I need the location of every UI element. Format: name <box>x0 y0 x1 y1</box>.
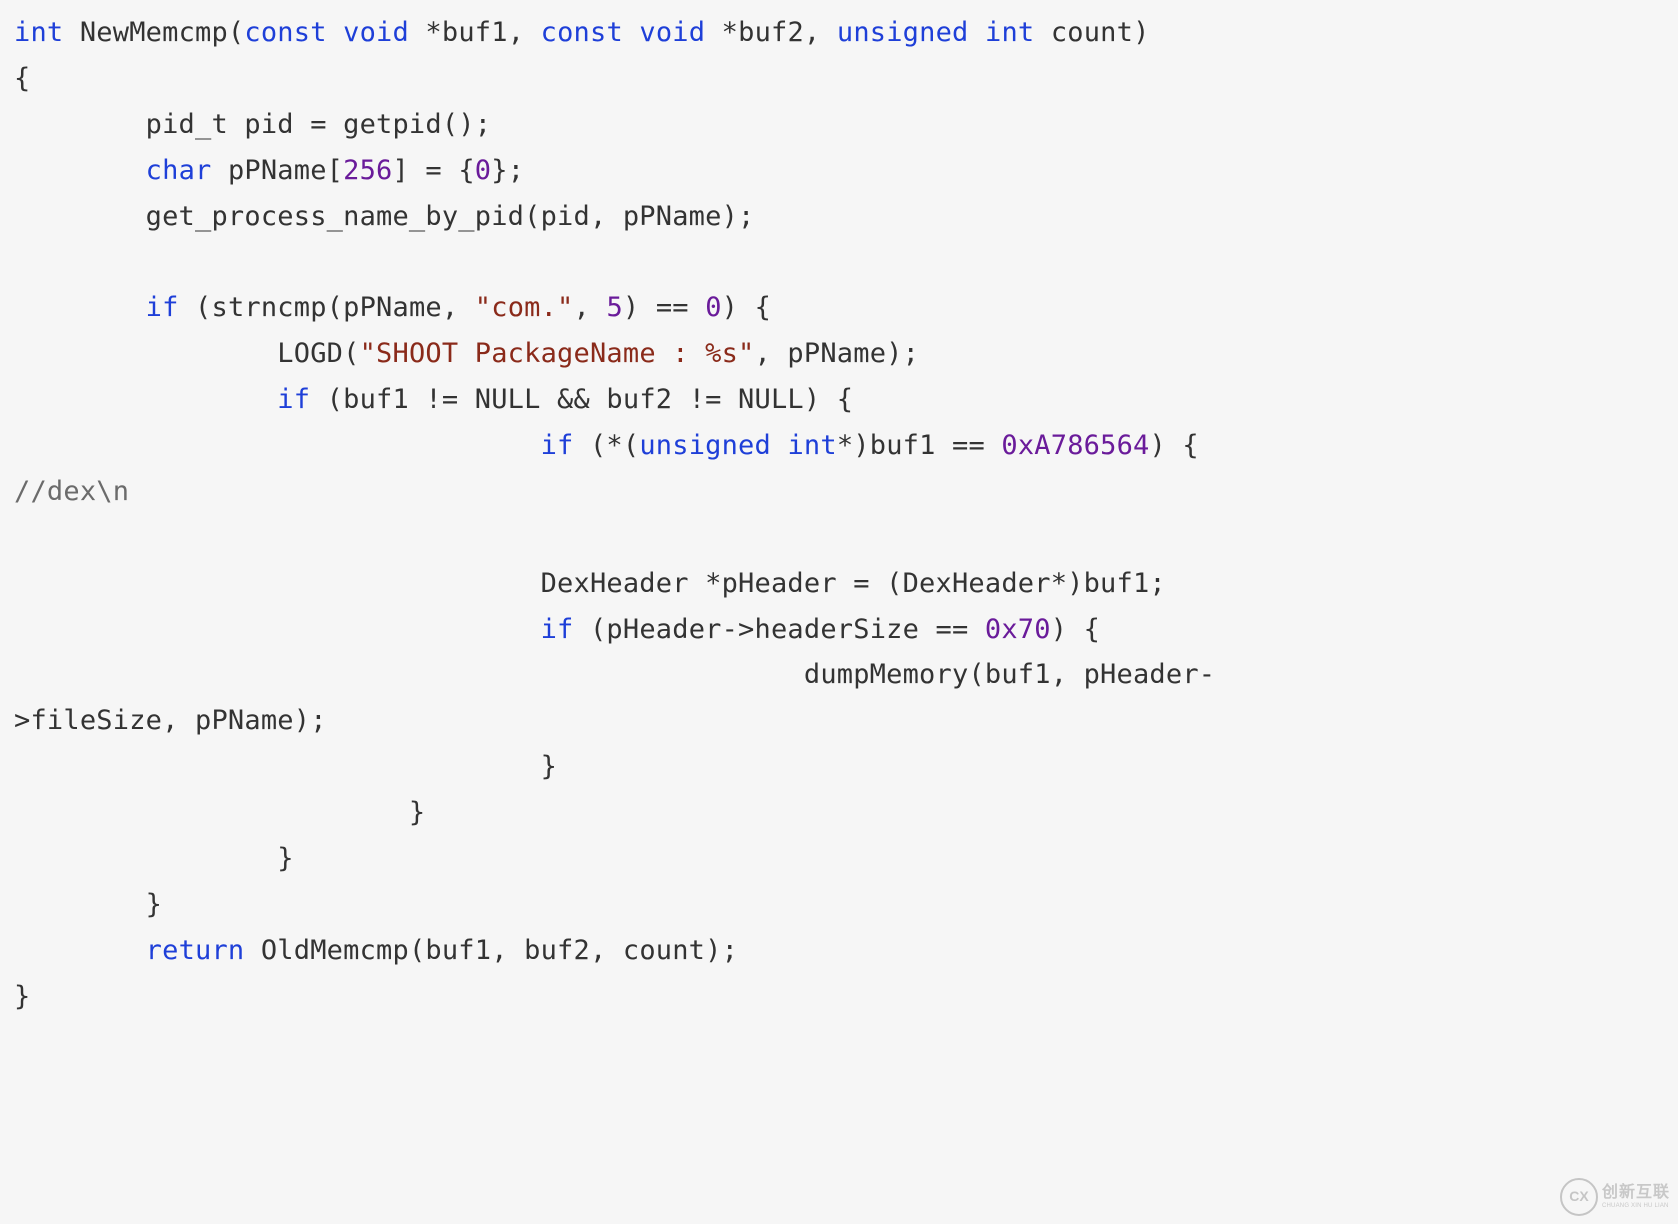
hex-literal: 0x70 <box>985 614 1051 645</box>
code-line-14: if (pHeader->headerSize == 0x70) { <box>14 614 1100 645</box>
kw-void: void <box>639 17 705 48</box>
code-line-15: dumpMemory(buf1, pHeader- <box>14 659 1215 690</box>
code-line-10: if (*(unsigned int*)buf1 == 0xA786564) { <box>14 430 1232 461</box>
code-line-2: { <box>14 63 30 94</box>
watermark-text: 创新互联 CHUANG XIN HU LIAN <box>1602 1185 1670 1209</box>
num-0: 0 <box>475 155 491 186</box>
kw-return: return <box>146 935 245 966</box>
kw-const: const <box>244 17 326 48</box>
kw-unsigned: unsigned <box>837 17 969 48</box>
kw-int: int <box>985 17 1034 48</box>
code-line-20: } <box>14 889 162 920</box>
hex-literal: 0xA786564 <box>1001 430 1149 461</box>
watermark: CX 创新互联 CHUANG XIN HU LIAN <box>1560 1178 1670 1216</box>
watermark-zh: 创新互联 <box>1602 1185 1670 1201</box>
code-line-16: >fileSize, pPName); <box>14 705 327 736</box>
code-line-1: int NewMemcmp(const void *buf1, const vo… <box>14 17 1150 48</box>
watermark-badge-icon: CX <box>1560 1178 1598 1216</box>
code-line-3: pid_t pid = getpid(); <box>14 109 491 140</box>
kw-const: const <box>541 17 623 48</box>
kw-if: if <box>541 614 574 645</box>
code-line-7: if (strncmp(pPName, "com.", 5) == 0) { <box>14 292 771 323</box>
code-line-13: DexHeader *pHeader = (DexHeader*)buf1; <box>14 568 1166 599</box>
code-block: int NewMemcmp(const void *buf1, const vo… <box>0 0 1678 1030</box>
code-line-11: //dex\n <box>14 476 129 507</box>
num-5: 5 <box>606 292 622 323</box>
code-line-8: LOGD("SHOOT PackageName : %s", pPName); <box>14 338 919 369</box>
code-line-21: return OldMemcmp(buf1, buf2, count); <box>14 935 738 966</box>
code-line-5: get_process_name_by_pid(pid, pPName); <box>14 201 755 232</box>
kw-void: void <box>343 17 409 48</box>
kw-if: if <box>146 292 179 323</box>
code-line-9: if (buf1 != NULL && buf2 != NULL) { <box>14 384 853 415</box>
kw-if: if <box>541 430 574 461</box>
string-literal: "SHOOT PackageName : %s" <box>360 338 755 369</box>
code-line-17: } <box>14 751 557 782</box>
kw-char: char <box>146 155 212 186</box>
kw-int: int <box>14 17 63 48</box>
code-line-18: } <box>14 797 425 828</box>
code-line-19: } <box>14 843 294 874</box>
kw-int: int <box>787 430 836 461</box>
num-256: 256 <box>343 155 392 186</box>
code-line-4: char pPName[256] = {0}; <box>14 155 524 186</box>
num-0: 0 <box>705 292 721 323</box>
watermark-pinyin: CHUANG XIN HU LIAN <box>1602 1203 1670 1209</box>
code-line-22: } <box>14 981 30 1012</box>
kw-unsigned: unsigned <box>639 430 771 461</box>
string-literal: "com." <box>475 292 574 323</box>
kw-if: if <box>277 384 310 415</box>
